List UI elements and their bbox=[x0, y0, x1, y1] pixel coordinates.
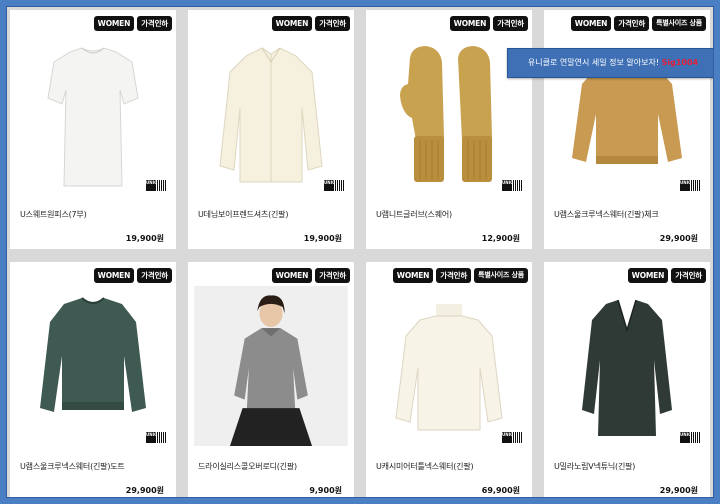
product-name[interactable]: U램스울크루넥스웨터(긴팔)체크 bbox=[554, 209, 659, 220]
product-image-mustard-mittens[interactable] bbox=[376, 38, 522, 190]
badge-group: WOMEN 가격인하 특별사이즈 상품 bbox=[392, 268, 528, 283]
product-image-green-tunic[interactable] bbox=[554, 290, 700, 442]
badge-price-cut: 가격인하 bbox=[671, 268, 706, 283]
badge-price-cut: 가격인하 bbox=[493, 16, 528, 31]
promo-banner-highlight: Sig1004 bbox=[661, 58, 699, 67]
product-name[interactable]: U밀라노립V넥튜닉(긴팔) bbox=[554, 461, 635, 472]
product-price: 19,900원 bbox=[125, 234, 164, 243]
badge-group: WOMEN 가격인하 bbox=[271, 268, 350, 283]
product-name[interactable]: U캐시미어터틀넥스웨터(긴팔) bbox=[376, 461, 474, 472]
product-price: 29,900원 bbox=[659, 486, 698, 495]
badge-group: WOMEN 가격인하 bbox=[93, 16, 172, 31]
brand-logo: UNIQLO bbox=[146, 180, 168, 191]
product-price: 29,900원 bbox=[659, 234, 698, 243]
product-image-white-dress[interactable] bbox=[20, 38, 166, 190]
promo-banner-text: 유니클로 연말연시 세일 정보 알아보자! bbox=[527, 58, 660, 67]
product-card[interactable]: WOMEN 가격인하 UNIQLO U데님보이프렌드셔츠(긴팔) 19,900원 bbox=[188, 10, 354, 249]
product-grid: WOMEN 가격인하 UNIQLO U스웨트원피스(7부) 19,900원 WO… bbox=[10, 10, 710, 497]
product-card[interactable]: WOMEN 가격인하 드라이실리스콜오버로디(긴팔) 9,900원 bbox=[188, 262, 354, 497]
product-card[interactable]: WOMEN 가격인하 특별사이즈 상품 UNIQLO U캐시미어터틀넥스웨터(긴… bbox=[366, 262, 532, 497]
product-price: 19,900원 bbox=[303, 234, 342, 243]
badge-group: WOMEN 가격인하 bbox=[93, 268, 172, 283]
brand-logo: UNIQLO bbox=[680, 432, 702, 443]
badge-women: WOMEN bbox=[627, 268, 669, 283]
product-name[interactable]: U데님보이프렌드셔츠(긴팔) bbox=[198, 209, 288, 220]
page-frame: WOMEN 가격인하 UNIQLO U스웨트원피스(7부) 19,900원 WO… bbox=[6, 6, 714, 498]
badge-women: WOMEN bbox=[570, 16, 612, 31]
product-card[interactable]: WOMEN 가격인하 UNIQLO U램스울크루넥스웨터(긴팔)도트 29,90… bbox=[10, 262, 176, 497]
product-image-cream-shirt[interactable] bbox=[198, 38, 344, 190]
product-price: 12,900원 bbox=[481, 234, 520, 243]
badge-group: WOMEN 가격인하 bbox=[449, 16, 528, 31]
brand-logo: UNIQLO bbox=[502, 180, 524, 191]
promo-banner[interactable]: 유니클로 연말연시 세일 정보 알아보자! Sig1004 bbox=[507, 48, 713, 78]
badge-price-cut: 가격인하 bbox=[436, 268, 472, 283]
badge-group: WOMEN 가격인하 bbox=[627, 268, 706, 283]
badge-price-cut: 가격인하 bbox=[315, 268, 350, 283]
product-price: 29,900원 bbox=[125, 486, 164, 495]
badge-women: WOMEN bbox=[93, 16, 135, 31]
product-name[interactable]: U램스울크루넥스웨터(긴팔)도트 bbox=[20, 461, 125, 472]
badge-women: WOMEN bbox=[271, 16, 313, 31]
badge-special-size: 특별사이즈 상품 bbox=[652, 16, 706, 31]
badge-women: WOMEN bbox=[93, 268, 135, 283]
brand-logo: UNIQLO bbox=[502, 432, 524, 443]
badge-price-cut: 가격인하 bbox=[614, 16, 650, 31]
product-card[interactable]: WOMEN 가격인하 특별사이즈 상품 UNIQLO U램스울크루넥스웨터(긴팔… bbox=[544, 10, 710, 249]
brand-logo: UNIQLO bbox=[680, 180, 702, 191]
badge-women: WOMEN bbox=[449, 16, 491, 31]
product-card[interactable]: WOMEN 가격인하 UNIQLO U밀라노립V넥튜닉(긴팔) 29,900원 bbox=[544, 262, 710, 497]
badge-price-cut: 가격인하 bbox=[137, 268, 172, 283]
product-name[interactable]: U스웨트원피스(7부) bbox=[20, 209, 87, 220]
badge-price-cut: 가격인하 bbox=[137, 16, 172, 31]
product-name[interactable]: 드라이실리스콜오버로디(긴팔) bbox=[198, 461, 297, 472]
product-price: 69,900원 bbox=[481, 486, 520, 495]
brand-logo: UNIQLO bbox=[146, 432, 168, 443]
product-name[interactable]: U램니트글러브(스퀘어) bbox=[376, 209, 452, 220]
product-image-green-sweater[interactable] bbox=[20, 290, 166, 442]
brand-logo: UNIQLO bbox=[324, 180, 346, 191]
badge-women: WOMEN bbox=[392, 268, 434, 283]
badge-price-cut: 가격인하 bbox=[315, 16, 350, 31]
product-card[interactable]: WOMEN 가격인하 UNIQLO U스웨트원피스(7부) 19,900원 bbox=[10, 10, 176, 249]
badge-special-size: 특별사이즈 상품 bbox=[474, 268, 528, 283]
product-image-gray-top-model[interactable] bbox=[188, 286, 354, 446]
badge-group: WOMEN 가격인하 bbox=[271, 16, 350, 31]
badge-women: WOMEN bbox=[271, 268, 313, 283]
product-image-white-turtleneck[interactable] bbox=[376, 290, 522, 442]
badge-group: WOMEN 가격인하 특별사이즈 상품 bbox=[570, 16, 706, 31]
product-price: 9,900원 bbox=[309, 486, 342, 495]
product-card[interactable]: WOMEN 가격인하 UNIQLO U램니트글러브(스퀘어) 12,900원 bbox=[366, 10, 532, 249]
